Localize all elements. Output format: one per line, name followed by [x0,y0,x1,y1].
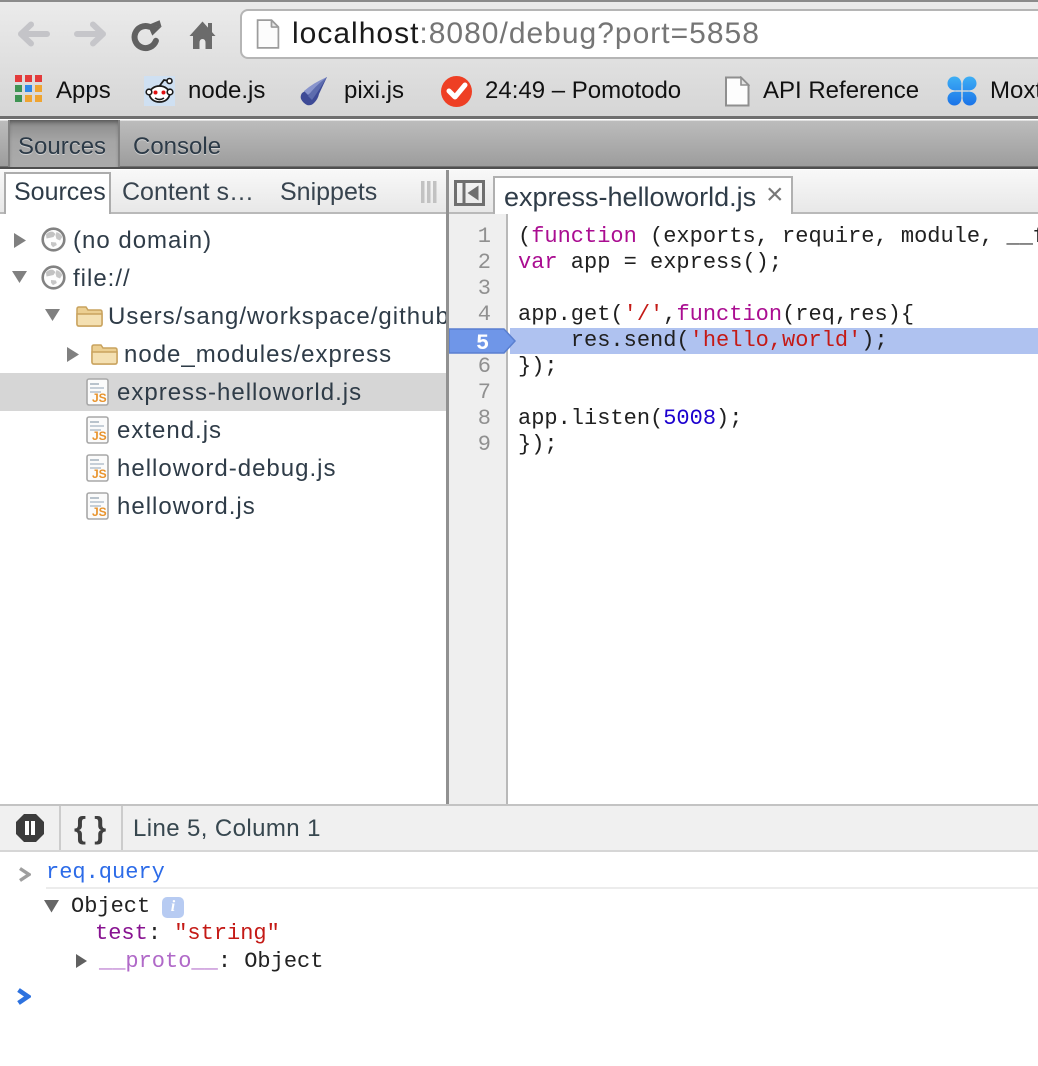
svg-text:JS: JS [92,429,107,443]
svg-text:JS: JS [92,467,107,481]
svg-text:JS: JS [92,391,107,405]
svg-text:5: 5 [476,331,489,354]
svg-text:JS: JS [92,505,107,519]
